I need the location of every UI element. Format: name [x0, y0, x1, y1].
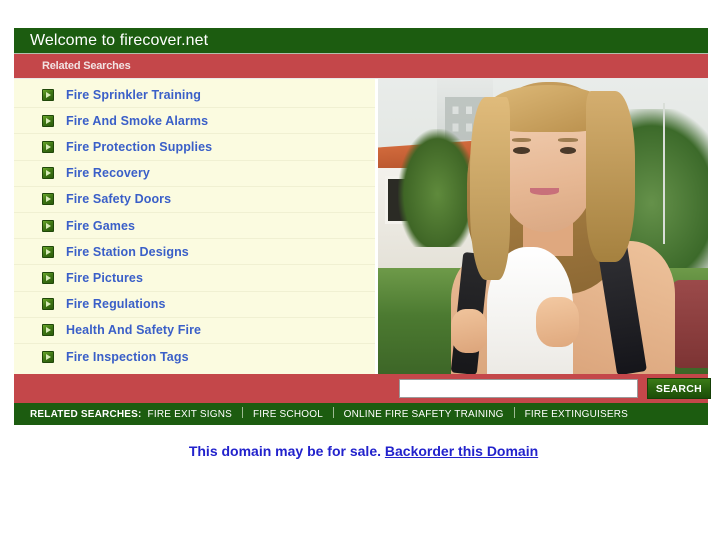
list-item[interactable]: Fire Regulations	[14, 292, 375, 318]
photo-hair-front-right	[585, 90, 636, 262]
footer-item-fire-exit-signs[interactable]: FIRE EXIT SIGNS	[148, 409, 233, 420]
link-label: Fire Station Designs	[66, 244, 189, 259]
list-item[interactable]: Fire Inspection Tags	[14, 344, 375, 370]
list-item[interactable]: Fire And Smoke Alarms	[14, 108, 375, 135]
arrow-right-icon	[42, 298, 54, 311]
footer-separator	[513, 407, 515, 418]
search-input[interactable]	[399, 379, 638, 398]
list-item[interactable]: Fire Pictures	[14, 265, 375, 292]
photo-eyebrow-left	[511, 138, 532, 142]
photo-eyebrow-right	[557, 138, 578, 142]
arrow-right-icon	[42, 271, 54, 284]
photo-eye-left	[513, 146, 530, 154]
backorder-domain-link[interactable]: Backorder this Domain	[385, 443, 538, 459]
content-block: Welcome to firecover.net Related Searche…	[14, 28, 711, 425]
link-label: Fire Games	[66, 218, 136, 233]
footer-related-searches: RELATED SEARCHES: FIRE EXIT SIGNS FIRE S…	[14, 405, 708, 425]
list-item[interactable]: Fire Protection Supplies	[14, 134, 375, 161]
arrow-right-icon	[42, 350, 54, 363]
photo-tree-left	[397, 129, 477, 248]
search-bar: SEARCH	[14, 374, 711, 405]
footer-item-fire-extinguisers[interactable]: FIRE EXTINGUISERS	[525, 409, 628, 420]
footer-item-online-fire-safety-training[interactable]: ONLINE FIRE SAFETY TRAINING	[344, 409, 504, 420]
link-label: Fire Recovery	[66, 166, 150, 181]
page-root: Welcome to firecover.net Related Searche…	[0, 0, 727, 545]
photo-pole	[663, 102, 666, 245]
arrow-right-icon	[42, 167, 54, 180]
search-button[interactable]: SEARCH	[647, 378, 711, 399]
hero-photo	[378, 79, 708, 374]
list-item[interactable]: Fire Station Designs	[14, 239, 375, 266]
photo-eye-right	[559, 146, 576, 154]
photo-hand-left	[450, 309, 487, 354]
footer-label: RELATED SEARCHES:	[30, 409, 142, 420]
arrow-right-icon	[42, 114, 54, 127]
arrow-right-icon	[42, 88, 54, 101]
related-searches-header: Related Searches	[14, 54, 708, 79]
link-label: Fire And Smoke Alarms	[66, 113, 209, 128]
list-item[interactable]: Fire Safety Doors	[14, 187, 375, 213]
photo-chair	[671, 279, 708, 369]
link-label: Fire Safety Doors	[66, 192, 172, 207]
arrow-right-icon	[42, 219, 54, 232]
link-label: Health And Safety Fire	[66, 323, 202, 338]
list-item[interactable]: Health And Safety Fire	[14, 318, 375, 344]
photo-hand-right	[536, 297, 580, 348]
list-item[interactable]: Fire Recovery	[14, 161, 375, 187]
link-label: Fire Regulations	[66, 297, 166, 312]
related-links-list: Fire Sprinkler Training Fire And Smoke A…	[14, 79, 378, 374]
page-title: Welcome to firecover.net	[14, 28, 708, 54]
link-label: Fire Protection Supplies	[66, 139, 213, 154]
footer-separator	[242, 407, 244, 418]
arrow-right-icon	[42, 140, 54, 153]
footer-item-fire-school[interactable]: FIRE SCHOOL	[253, 409, 323, 420]
list-item[interactable]: Fire Games	[14, 213, 375, 240]
link-label: Fire Inspection Tags	[66, 349, 189, 364]
link-label: Fire Pictures	[66, 270, 144, 285]
sale-notice-text: This domain may be for sale.	[188, 443, 381, 459]
photo-hair-front-left	[470, 96, 510, 280]
arrow-right-icon	[42, 245, 54, 258]
list-item[interactable]: Fire Sprinkler Training	[14, 82, 375, 109]
main-section: Fire Sprinkler Training Fire And Smoke A…	[14, 79, 708, 374]
arrow-right-icon	[42, 193, 54, 206]
arrow-right-icon	[42, 324, 54, 337]
domain-sale-notice: This domain may be for sale. Backorder t…	[0, 443, 727, 459]
link-label: Fire Sprinkler Training	[66, 87, 201, 102]
footer-separator	[332, 407, 334, 418]
